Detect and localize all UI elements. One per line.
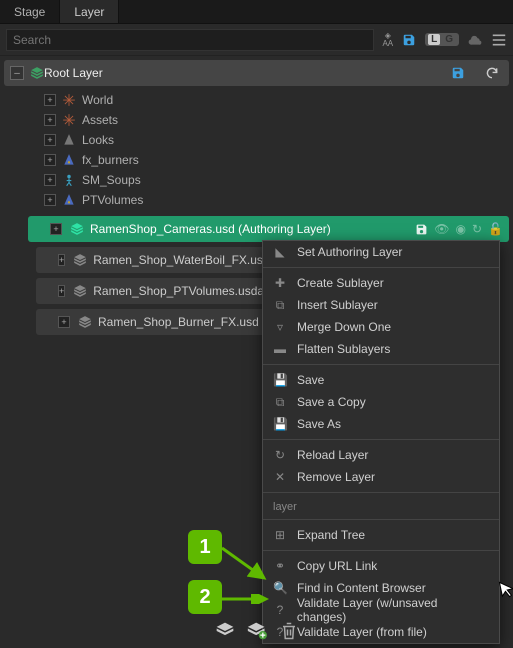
expand-icon[interactable]: + bbox=[58, 254, 65, 266]
save-copy-icon: ⧉ bbox=[273, 395, 287, 410]
refresh-icon[interactable] bbox=[485, 66, 499, 80]
prim-type-icon bbox=[62, 153, 76, 167]
annotation-badge-1: 1 bbox=[188, 530, 222, 564]
tree-node-label: PTVolumes bbox=[82, 193, 143, 207]
expand-icon[interactable]: + bbox=[44, 114, 56, 126]
expand-icon[interactable]: + bbox=[44, 134, 56, 146]
bookmark-icon: ◣ bbox=[273, 245, 287, 259]
prim-type-icon bbox=[62, 113, 76, 127]
prim-type-icon bbox=[62, 193, 76, 207]
local-global-toggle[interactable]: LG bbox=[425, 33, 459, 46]
tree-node[interactable]: + PTVolumes bbox=[4, 190, 509, 210]
sublayer-row[interactable]: + Ramen_Shop_Burner_FX.usd bbox=[36, 309, 268, 335]
ctx-validate-unsaved[interactable]: ?Validate Layer (w/unsaved changes) bbox=[263, 599, 499, 621]
layers-icon bbox=[73, 253, 87, 267]
tab-bar: Stage Layer bbox=[0, 0, 513, 24]
link-icon: ⚭ bbox=[273, 559, 287, 573]
settings-icon[interactable]: ◉ bbox=[456, 222, 466, 236]
sublayer-row[interactable]: + Ramen_Shop_PTVolumes.usda bbox=[36, 278, 268, 304]
tree-node-label: World bbox=[82, 93, 113, 107]
ctx-expand-tree[interactable]: ⊞Expand Tree bbox=[263, 524, 499, 546]
tree-node[interactable]: + SM_Soups bbox=[4, 170, 509, 190]
layer-toolbar: ◈ AA LG bbox=[0, 24, 513, 56]
expand-icon[interactable]: + bbox=[58, 285, 65, 297]
question-icon: ? bbox=[273, 603, 287, 617]
refresh-icon[interactable]: ↻ bbox=[472, 222, 482, 236]
ctx-copy-url[interactable]: ⚭Copy URL Link bbox=[263, 555, 499, 577]
prim-type-icon bbox=[62, 133, 76, 147]
mouse-cursor bbox=[498, 579, 513, 600]
tree-node-label: Looks bbox=[82, 133, 114, 147]
merge-icon: ▿ bbox=[273, 320, 287, 334]
ctx-section-header: layer bbox=[263, 497, 499, 515]
tree-node[interactable]: + Assets bbox=[4, 110, 509, 130]
bottom-toolbar bbox=[0, 620, 513, 642]
ctx-remove[interactable]: ✕Remove Layer bbox=[263, 466, 499, 488]
double-sided-icon[interactable]: ◈ AA bbox=[382, 32, 393, 46]
prim-type-icon bbox=[62, 93, 76, 107]
tree-node[interactable]: + Looks bbox=[4, 130, 509, 150]
layer-context-menu: ◣Set Authoring Layer ✚Create Sublayer ⧉I… bbox=[262, 240, 500, 644]
tree-node[interactable]: + fx_burners bbox=[4, 150, 509, 170]
tree-node-label: Assets bbox=[82, 113, 118, 127]
sublayer-row[interactable]: + Ramen_Shop_WaterBoil_FX.usd bbox=[36, 247, 268, 273]
sublayer-label: Ramen_Shop_WaterBoil_FX.usd bbox=[93, 253, 268, 267]
remove-icon: ✕ bbox=[273, 470, 287, 484]
ctx-set-authoring[interactable]: ◣Set Authoring Layer bbox=[263, 241, 499, 263]
unlock-icon[interactable]: 🔓 bbox=[488, 222, 503, 236]
annotation-badge-2: 2 bbox=[188, 580, 222, 614]
root-layer-row[interactable]: – Root Layer bbox=[4, 60, 509, 86]
stack-plus-icon: ✚ bbox=[273, 276, 287, 290]
prim-type-icon bbox=[62, 173, 76, 187]
ctx-flatten[interactable]: ▬Flatten Sublayers bbox=[263, 338, 499, 360]
ctx-merge-down[interactable]: ▿Merge Down One bbox=[263, 316, 499, 338]
expand-icon: ⊞ bbox=[273, 528, 287, 542]
sublayer-label: Ramen_Shop_Burner_FX.usd bbox=[98, 315, 262, 329]
cloud-icon[interactable] bbox=[467, 32, 483, 48]
layers-icon bbox=[78, 315, 92, 329]
stack-insert-icon: ⧉ bbox=[273, 298, 287, 313]
sublayer-selected[interactable]: + RamenShop_Cameras.usd (Authoring Layer… bbox=[28, 216, 509, 242]
ctx-reload[interactable]: ↻Reload Layer bbox=[263, 444, 499, 466]
ctx-create-sublayer[interactable]: ✚Create Sublayer bbox=[263, 272, 499, 294]
expand-icon[interactable]: + bbox=[44, 194, 56, 206]
save-as-icon: 💾 bbox=[273, 417, 287, 431]
create-layer-icon[interactable] bbox=[246, 620, 268, 642]
search-input[interactable] bbox=[6, 29, 374, 51]
expand-icon[interactable]: + bbox=[50, 223, 62, 235]
eye-icon[interactable]: 👁 bbox=[434, 222, 449, 236]
import-layer-icon[interactable] bbox=[214, 620, 236, 642]
ctx-save-copy[interactable]: ⧉Save a Copy bbox=[263, 391, 499, 413]
stack-icon bbox=[30, 66, 44, 80]
layers-icon bbox=[70, 222, 84, 236]
tab-layer[interactable]: Layer bbox=[60, 0, 119, 23]
expand-icon[interactable]: + bbox=[44, 174, 56, 186]
menu-icon[interactable] bbox=[491, 32, 507, 48]
ctx-insert-sublayer[interactable]: ⧉Insert Sublayer bbox=[263, 294, 499, 316]
save-icon[interactable] bbox=[451, 66, 465, 80]
tree-node[interactable]: + World bbox=[4, 90, 509, 110]
trash-icon[interactable] bbox=[278, 620, 300, 642]
sublayer-label: RamenShop_Cameras.usd (Authoring Layer) bbox=[90, 222, 415, 236]
reload-icon: ↻ bbox=[273, 448, 287, 462]
flatten-icon: ▬ bbox=[273, 342, 287, 356]
sublayer-label: Ramen_Shop_PTVolumes.usda bbox=[93, 284, 264, 298]
layers-icon bbox=[73, 284, 87, 298]
search-icon: 🔍 bbox=[273, 581, 287, 595]
root-layer-label: Root Layer bbox=[44, 66, 451, 80]
tree-node-label: SM_Soups bbox=[82, 173, 141, 187]
save-icon[interactable] bbox=[415, 223, 428, 236]
save-icon[interactable] bbox=[401, 32, 417, 48]
ctx-save-as[interactable]: 💾Save As bbox=[263, 413, 499, 435]
save-icon: 💾 bbox=[273, 373, 287, 387]
tab-stage[interactable]: Stage bbox=[0, 0, 60, 23]
expand-icon[interactable]: + bbox=[44, 154, 56, 166]
expand-icon[interactable]: + bbox=[58, 316, 70, 328]
ctx-save[interactable]: 💾Save bbox=[263, 369, 499, 391]
tree-node-label: fx_burners bbox=[82, 153, 139, 167]
collapse-icon[interactable]: – bbox=[10, 66, 24, 80]
expand-icon[interactable]: + bbox=[44, 94, 56, 106]
